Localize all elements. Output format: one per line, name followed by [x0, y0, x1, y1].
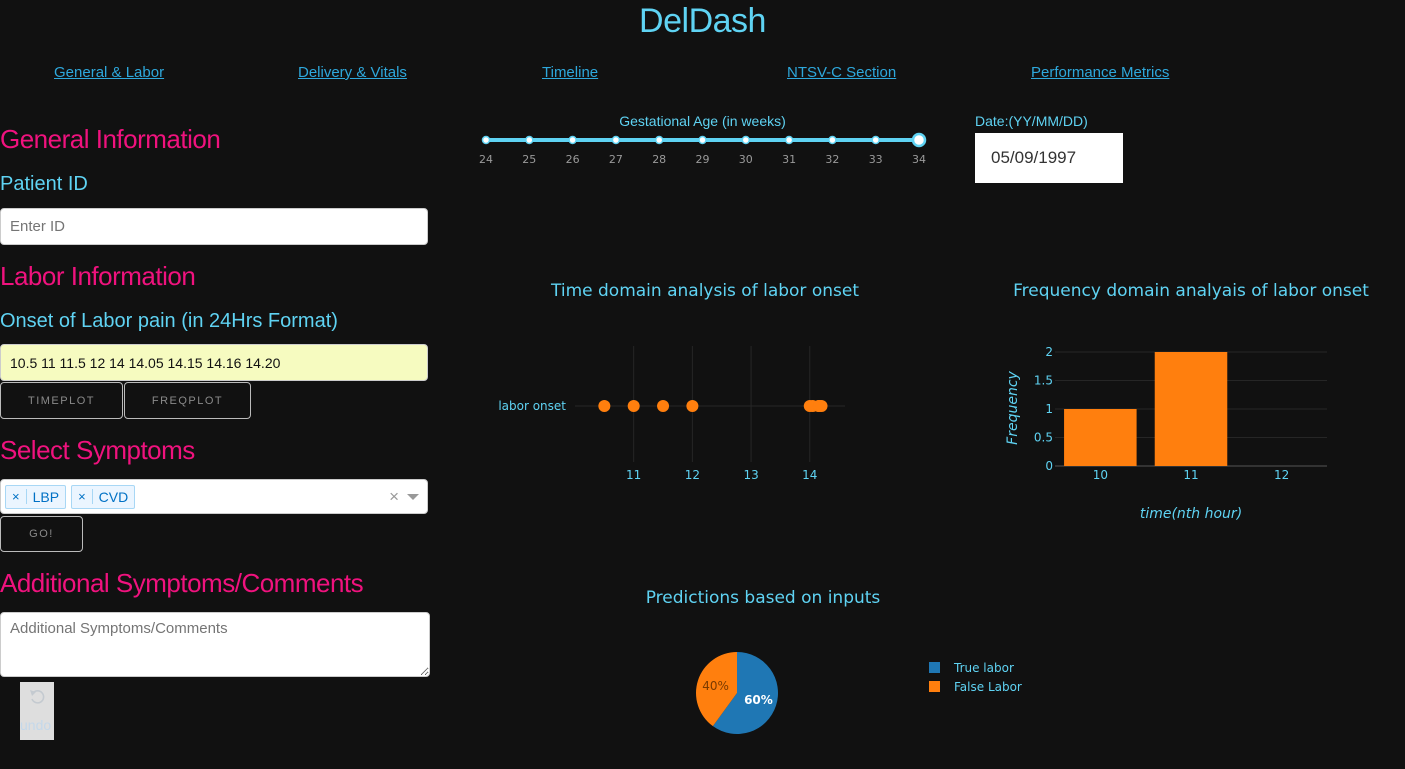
frequency-domain-chart-title: Frequency domain analyais of labor onset: [1013, 281, 1369, 301]
scatter-point: [598, 400, 611, 412]
time-domain-chart: labor onset 11 12 13 14: [498, 346, 845, 482]
app-title: DelDash: [639, 2, 766, 40]
slider-mark-dot: [525, 135, 534, 145]
go-button[interactable]: GO!: [0, 516, 83, 552]
slider-mark-label: 34: [912, 153, 926, 166]
pie-legend: True labor False Labor: [929, 661, 1022, 694]
gestational-age-label: Gestational Age (in weeks): [619, 113, 786, 129]
frequency-domain-chart: 0 0.5 1 1.5 2 10 11 12 time(nth hour) Frequenc…: [1005, 345, 1327, 522]
clear-all-icon[interactable]: ×: [389, 487, 399, 507]
slider-mark-dot: [568, 135, 577, 145]
slider-mark-label: 30: [739, 153, 753, 166]
legend-label-false-labor: False Labor: [954, 680, 1022, 694]
scatter-point: [815, 400, 828, 412]
symptom-tag: × LBP: [5, 484, 67, 509]
nav-link-performance-metrics[interactable]: Performance Metrics: [1031, 64, 1169, 81]
general-information-heading: General Information: [0, 124, 221, 154]
nav-link-delivery-vitals[interactable]: Delivery & Vitals: [298, 64, 407, 81]
slider-mark-dot: [741, 135, 751, 145]
freqplot-button[interactable]: FREQPLOT: [124, 382, 251, 419]
onset-input[interactable]: 10.5 11 11.5 12 14 14.05 14.15 14.16 14.…: [0, 344, 428, 381]
scatter-x-tick: 14: [802, 468, 817, 482]
undo-icon: [30, 690, 45, 704]
slider-mark-dot: [828, 135, 837, 145]
slider-mark-label: 28: [652, 153, 666, 166]
bar: [1154, 352, 1228, 466]
pie-slice-label: 60%: [744, 693, 773, 707]
time-domain-chart-title: Time domain analysis of labor onset: [551, 281, 859, 301]
bar: [1064, 409, 1137, 466]
date-input[interactable]: 05/09/1997: [975, 133, 1123, 183]
slider-mark-label: 31: [782, 153, 796, 166]
remove-tag-icon[interactable]: ×: [72, 489, 93, 504]
chevron-down-icon[interactable]: [407, 493, 419, 501]
gestational-age-slider[interactable]: 24 25 26 27 28 29 30 31 32 33 34: [470, 128, 940, 172]
scatter-point: [686, 400, 699, 412]
bar-x-axis-title: time(nth hour): [1140, 506, 1242, 522]
bar-y-axis-title: Frequency: [1005, 370, 1021, 444]
onset-value: 10.5 11 11.5 12 14 14.05 14.15 14.16 14.…: [10, 354, 281, 371]
scatter-x-tick: 13: [743, 468, 758, 482]
legend-label-true-labor: True labor: [953, 661, 1014, 675]
scatter-x-tick: 11: [626, 468, 641, 482]
slider-mark-dot: [654, 135, 664, 145]
nav-link-general-labor[interactable]: General & Labor: [54, 64, 164, 81]
slider-mark-dot: [698, 135, 707, 145]
remove-tag-icon[interactable]: ×: [6, 489, 27, 504]
nav-link-ntsv-c-section[interactable]: NTSV-C Section: [787, 64, 896, 81]
select-symptoms-heading: Select Symptoms: [0, 435, 195, 465]
bar-x-tick: 12: [1274, 468, 1289, 482]
symptom-tag: × CVD: [71, 484, 136, 509]
date-label: Date:(YY/MM/DD): [975, 113, 1088, 129]
patient-id-label: Patient ID: [0, 173, 88, 195]
timeplot-button[interactable]: TIMEPLOT: [0, 382, 123, 419]
undo-button[interactable]: undo: [20, 682, 54, 740]
additional-symptoms-textarea[interactable]: [0, 612, 430, 677]
scatter-point: [627, 400, 640, 412]
symptoms-multiselect[interactable]: × LBP × CVD ×: [0, 479, 428, 514]
bar-y-tick: 0: [1045, 459, 1053, 473]
slider-mark-label: 25: [522, 153, 536, 166]
predictions-chart-title: Predictions based on inputs: [645, 588, 881, 608]
slider-mark-label: 32: [825, 153, 839, 166]
symptom-tag-label: LBP: [32, 488, 60, 505]
slider-mark-label: 29: [696, 153, 710, 166]
bar-y-tick: 0.5: [1034, 431, 1053, 445]
additional-symptoms-heading: Additional Symptoms/Comments: [0, 568, 364, 598]
scatter-x-tick: 12: [685, 468, 700, 482]
nav-link-timeline[interactable]: Timeline: [542, 64, 598, 81]
slider-mark-label: 26: [566, 153, 580, 166]
patient-id-placeholder: Enter ID: [10, 218, 66, 235]
bar-y-tick: 2: [1045, 345, 1053, 359]
pie-slice-label: 40%: [702, 679, 729, 693]
legend-swatch-true-labor: [929, 662, 940, 673]
slider-mark-dot: [481, 135, 491, 145]
scatter-category-label: labor onset: [498, 399, 566, 413]
onset-label: Onset of Labor pain (in 24Hrs Format): [0, 310, 338, 332]
slider-mark-dot: [611, 135, 621, 145]
bar-x-tick: 11: [1183, 468, 1198, 482]
bar-y-tick: 1: [1045, 402, 1053, 416]
undo-label: undo: [20, 717, 52, 733]
slider-mark-dot: [871, 135, 880, 145]
predictions-pie-chart: 60% 40%: [696, 652, 778, 734]
bar-y-tick: 1.5: [1034, 374, 1053, 388]
slider-mark-label: 27: [609, 153, 623, 166]
slider-mark-label: 33: [869, 153, 883, 166]
slider-mark-label: 24: [479, 153, 493, 166]
date-value: 05/09/1997: [991, 148, 1077, 167]
slider-handle[interactable]: [911, 132, 927, 148]
scatter-point: [657, 400, 670, 412]
labor-information-heading: Labor Information: [0, 261, 196, 291]
bar-x-tick: 10: [1093, 468, 1108, 482]
legend-swatch-false-labor: [929, 681, 940, 692]
patient-id-input[interactable]: Enter ID: [0, 208, 428, 245]
slider-mark-dot: [784, 135, 794, 145]
symptom-tag-label: CVD: [98, 488, 129, 505]
